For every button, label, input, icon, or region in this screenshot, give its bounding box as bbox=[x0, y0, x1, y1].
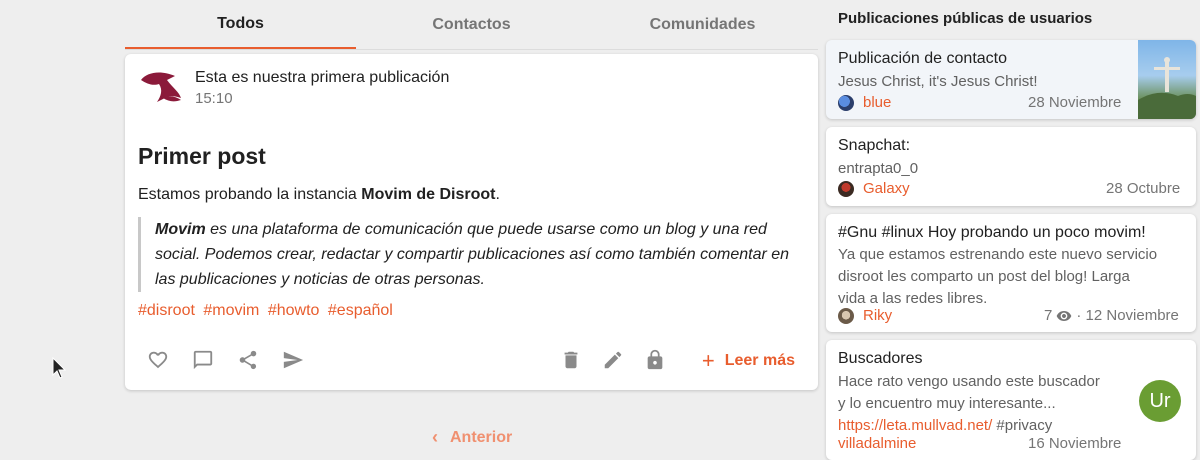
lock-icon bbox=[647, 349, 663, 370]
disroot-logo-icon[interactable] bbox=[139, 68, 183, 108]
card-title: Publicación de contacto bbox=[838, 50, 1007, 67]
date-text: · 12 Noviembre bbox=[1076, 307, 1179, 324]
post-card: Esta es nuestra primera publicación 15:1… bbox=[125, 54, 818, 390]
privacy-button[interactable] bbox=[644, 349, 668, 373]
card-author[interactable]: villadalmine bbox=[838, 435, 916, 452]
user-avatar-button[interactable]: Ur bbox=[1139, 380, 1181, 422]
card-title: Buscadores bbox=[838, 350, 923, 367]
previous-label: Anterior bbox=[450, 428, 513, 446]
post-quote: Movim es una plataforma de comunicación … bbox=[138, 217, 798, 292]
comment-button[interactable] bbox=[192, 349, 216, 373]
card-link[interactable]: https://leta.mullvad.net/ bbox=[838, 417, 992, 434]
intro-prefix: Estamos probando la instancia bbox=[138, 186, 362, 203]
tag-link[interactable]: #español bbox=[328, 302, 393, 319]
card-tag: #privacy bbox=[992, 417, 1053, 434]
author-name: blue bbox=[863, 94, 892, 111]
share-button[interactable] bbox=[237, 349, 261, 373]
heart-icon bbox=[148, 351, 168, 369]
author-name: Galaxy bbox=[863, 180, 910, 197]
intro-bold: Movim de Disroot bbox=[361, 186, 496, 203]
post-meta: Esta es nuestra primera publicación 15:1… bbox=[195, 68, 449, 110]
post-subtitle: Esta es nuestra primera publicación bbox=[195, 69, 450, 86]
tab-contactos[interactable]: Contactos bbox=[356, 0, 587, 49]
avatar bbox=[838, 307, 854, 324]
card-body-line: Hace rato vengo usando este buscador bbox=[838, 373, 1100, 390]
card-author[interactable]: Galaxy bbox=[838, 180, 910, 197]
card-date: 16 Noviembre bbox=[1028, 435, 1122, 452]
card-body-line: disroot les comparto un post del blog! L… bbox=[838, 268, 1130, 285]
tab-todos[interactable]: Todos bbox=[125, 0, 356, 49]
mouse-cursor-icon bbox=[52, 357, 66, 379]
tag-link[interactable]: #movim bbox=[203, 302, 259, 319]
view-count: 7 bbox=[1044, 307, 1053, 324]
card-body: Jesus Christ, it's Jesus Christ! bbox=[838, 73, 1038, 90]
public-post-card[interactable]: Snapchat: entrapta0_0 Galaxy 28 Octubre bbox=[826, 127, 1196, 206]
card-date: 28 Noviembre bbox=[1028, 94, 1122, 111]
post-header: Esta es nuestra primera publicación 15:1… bbox=[139, 68, 449, 110]
card-title: #Gnu #linux Hoy probando un poco movim! bbox=[838, 224, 1146, 241]
post-intro: Estamos probando la instancia Movim de D… bbox=[138, 186, 500, 204]
post-actions: + Leer más bbox=[145, 349, 805, 373]
card-body-line: Ya que estamos estrenando este nuevo ser… bbox=[838, 246, 1158, 263]
quote-text: es una plataforma de comunicación que pu… bbox=[155, 221, 790, 288]
sidebar-title: Publicaciones públicas de usuarios bbox=[838, 10, 1093, 27]
chevron-left-icon: ‹ bbox=[432, 427, 438, 447]
edit-button[interactable] bbox=[602, 349, 626, 373]
send-button[interactable] bbox=[282, 349, 306, 373]
avatar bbox=[838, 94, 854, 111]
card-author[interactable]: blue bbox=[838, 94, 891, 111]
tag-link[interactable]: #howto bbox=[268, 302, 320, 319]
post-thumbnail bbox=[1138, 40, 1196, 119]
quote-bold: Movim bbox=[155, 221, 206, 238]
plus-icon: + bbox=[701, 348, 715, 373]
statue-thumbnail-icon bbox=[1138, 57, 1196, 119]
card-body: Ya que estamos estrenando este nuevo ser… bbox=[838, 244, 1157, 310]
author-name: villadalmine bbox=[838, 435, 917, 452]
post-tags: #disroot #movim #howto #español bbox=[138, 302, 397, 320]
card-author[interactable]: Riky bbox=[838, 307, 892, 324]
read-more-label: Leer más bbox=[724, 352, 795, 369]
like-button[interactable] bbox=[147, 349, 171, 373]
post-time: 15:10 bbox=[195, 90, 233, 107]
card-date: 28 Octubre bbox=[1106, 180, 1181, 197]
comment-icon bbox=[193, 350, 213, 370]
share-icon bbox=[239, 350, 257, 370]
card-title: Snapchat: bbox=[838, 137, 911, 154]
avatar bbox=[838, 180, 854, 197]
card-body: entrapta0_0 bbox=[838, 160, 919, 177]
delete-icon bbox=[564, 351, 578, 369]
author-name: Riky bbox=[863, 307, 893, 324]
public-post-card[interactable]: Publicación de contacto Jesus Christ, it… bbox=[826, 40, 1196, 119]
card-date: 7 · 12 Noviembre bbox=[1044, 307, 1179, 324]
previous-page-button[interactable]: ‹ Anterior bbox=[432, 427, 512, 448]
card-body: Hace rato vengo usando este buscador y l… bbox=[838, 371, 1100, 437]
post-title: Primer post bbox=[138, 143, 266, 169]
public-post-card[interactable]: #Gnu #linux Hoy probando un poco movim! … bbox=[826, 214, 1196, 332]
edit-icon bbox=[604, 351, 622, 369]
tag-link[interactable]: #disroot bbox=[138, 302, 195, 319]
card-body-line: https://leta.mullvad.net/ #privacy bbox=[838, 415, 1100, 437]
read-more-button[interactable]: + Leer más bbox=[702, 349, 795, 373]
delete-button[interactable] bbox=[560, 349, 584, 373]
send-icon bbox=[283, 351, 304, 369]
feed-tabs: Todos Contactos Comunidades bbox=[125, 0, 818, 50]
card-body-line: y lo encuentro muy interesante... bbox=[838, 395, 1056, 412]
intro-suffix: . bbox=[495, 186, 500, 203]
tab-comunidades[interactable]: Comunidades bbox=[587, 0, 818, 49]
eye-icon bbox=[1057, 310, 1072, 321]
